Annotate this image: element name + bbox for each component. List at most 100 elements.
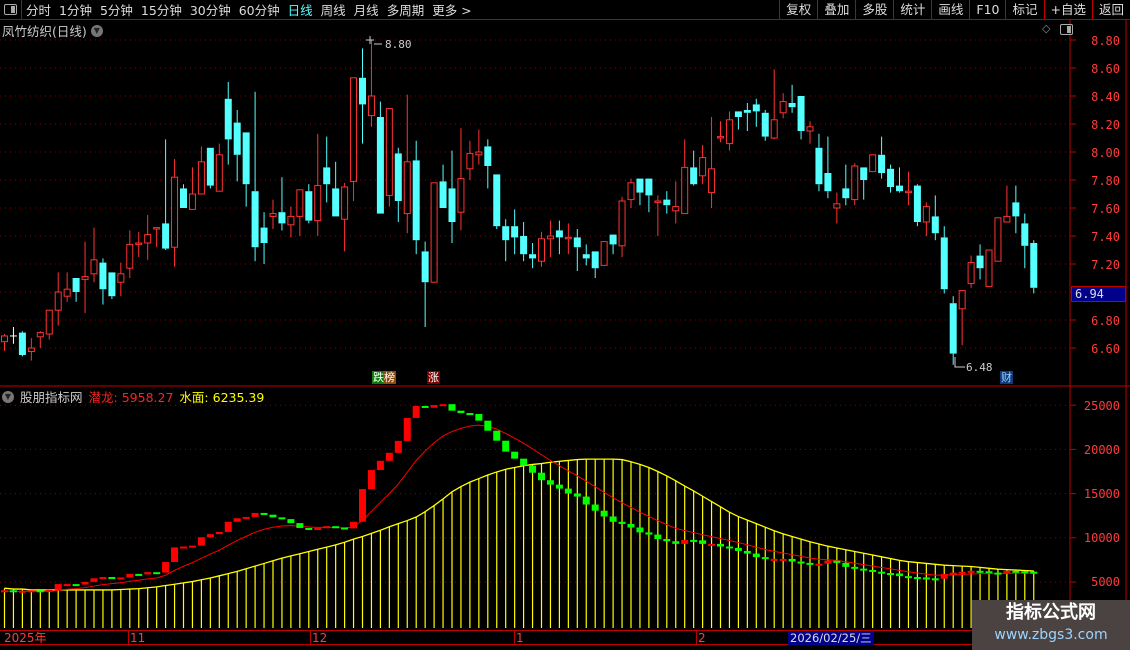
qianlong-block: [502, 440, 510, 452]
diamond-icon[interactable]: ◇: [1042, 22, 1050, 35]
tab-1min[interactable]: 1分钟: [55, 0, 96, 19]
watermark-url: www.zbgs3.com: [994, 627, 1108, 643]
tab-30min[interactable]: 30分钟: [186, 0, 235, 19]
candle: [341, 182, 349, 252]
mark-button[interactable]: 标记: [1005, 0, 1043, 20]
candle: [582, 244, 590, 266]
candle-body: [717, 136, 724, 139]
date-axis[interactable]: 2025年 11 12 1 2 2026/02/25/三: [0, 630, 1070, 645]
candle-body: [896, 185, 903, 192]
candle-body: [403, 161, 411, 215]
qianlong-block: [878, 571, 886, 574]
candle-body: [242, 132, 250, 185]
qianlong-block: [1, 590, 8, 593]
candle: [36, 331, 44, 348]
candle: [913, 184, 921, 227]
candle-body: [72, 278, 80, 292]
candle: [323, 136, 331, 203]
chart-canvas[interactable]: [0, 0, 1130, 650]
indicator-name[interactable]: 股朋指标网: [20, 387, 83, 406]
qianlong-block: [376, 460, 384, 471]
statistics-button[interactable]: 统计: [893, 0, 931, 20]
qianlong-ma-line: [4, 424, 1034, 592]
candle: [180, 184, 187, 208]
qianlong-block: [591, 504, 599, 511]
tab-daily[interactable]: 日线: [284, 0, 317, 19]
qianlong-block: [511, 451, 519, 459]
qianlong-block: [188, 545, 196, 548]
finance-badge[interactable]: 财: [1000, 371, 1013, 384]
price-tick: 8.40: [1091, 90, 1120, 104]
qianlong-block: [609, 516, 617, 522]
candle-body: [645, 178, 653, 196]
candle-body: [797, 96, 805, 131]
candle: [206, 147, 214, 189]
tab-60min[interactable]: 60分钟: [235, 0, 284, 19]
qianlong-block: [430, 405, 438, 408]
date-label: 11: [128, 631, 146, 645]
qianlong-block: [153, 572, 161, 575]
candle-body: [851, 165, 859, 201]
chevron-down-icon[interactable]: ▼: [90, 24, 103, 37]
price-tick: 6.80: [1091, 314, 1120, 328]
back-button[interactable]: 返回: [1091, 0, 1130, 20]
candle-body: [269, 213, 277, 217]
qianlong-block: [815, 563, 823, 566]
qianlong-block: [985, 571, 993, 574]
candle: [985, 249, 993, 287]
tab-multi-period[interactable]: 多周期: [383, 0, 429, 19]
tab-5min[interactable]: 5分钟: [96, 0, 137, 19]
candle-body: [45, 309, 53, 335]
candle-body: [779, 101, 787, 114]
qianlong-label: 潜龙:: [88, 390, 118, 405]
qianlong-block: [708, 543, 716, 546]
watermark-title: 指标公式网: [1006, 602, 1096, 623]
candle: [752, 98, 760, 127]
candle-body: [878, 154, 886, 173]
price-tick: 8.00: [1091, 146, 1120, 160]
multi-stock-button[interactable]: 多股: [855, 0, 893, 20]
candle: [251, 91, 259, 262]
candle: [878, 136, 886, 179]
f10-button[interactable]: F10: [969, 0, 1005, 20]
candle: [403, 94, 411, 234]
qianlong-block: [224, 521, 232, 532]
candle-body: [171, 176, 179, 248]
candle-body: [36, 332, 44, 338]
current-price-label: 6.94: [1071, 286, 1126, 302]
candle-body: [743, 110, 751, 113]
limit-up-badge[interactable]: 涨: [427, 371, 440, 384]
candle-body: [529, 254, 537, 259]
qianlong-block: [1012, 570, 1020, 573]
candle: [448, 150, 456, 243]
layout-toggle-button[interactable]: [0, 0, 22, 20]
qianlong-block: [582, 496, 590, 505]
panel-icon: [4, 4, 17, 15]
tab-15min[interactable]: 15分钟: [137, 0, 186, 19]
chart-title[interactable]: 凤竹纺织(日线) ▼: [2, 21, 103, 40]
qianlong-block: [197, 537, 205, 546]
dragon-tiger-badge[interactable]: 跌榜: [372, 371, 396, 384]
overlay-button[interactable]: 叠加: [817, 0, 855, 20]
qianlong-block: [251, 512, 259, 517]
qianlong-block: [90, 578, 98, 582]
candle: [430, 182, 438, 283]
add-watchlist-button[interactable]: +自选: [1043, 0, 1092, 20]
tab-fenshi[interactable]: 分时: [22, 0, 55, 19]
tab-monthly[interactable]: 月线: [350, 0, 383, 19]
candle: [153, 227, 161, 248]
candle-body: [869, 154, 877, 173]
candle-body: [788, 103, 796, 108]
chevron-down-icon[interactable]: ▼: [2, 390, 14, 403]
candle-body: [994, 217, 1002, 262]
draw-line-button[interactable]: 画线: [931, 0, 969, 20]
panel-toggle-icon[interactable]: [1060, 24, 1073, 35]
tab-more[interactable]: 更多 >: [428, 0, 475, 19]
adjust-button[interactable]: 复权: [779, 0, 817, 20]
candle: [260, 212, 268, 264]
qianlong-block: [940, 573, 948, 579]
tab-weekly[interactable]: 周线: [317, 0, 350, 19]
candle-body: [949, 303, 957, 354]
candle-body: [904, 190, 912, 194]
candle-body: [108, 272, 116, 297]
